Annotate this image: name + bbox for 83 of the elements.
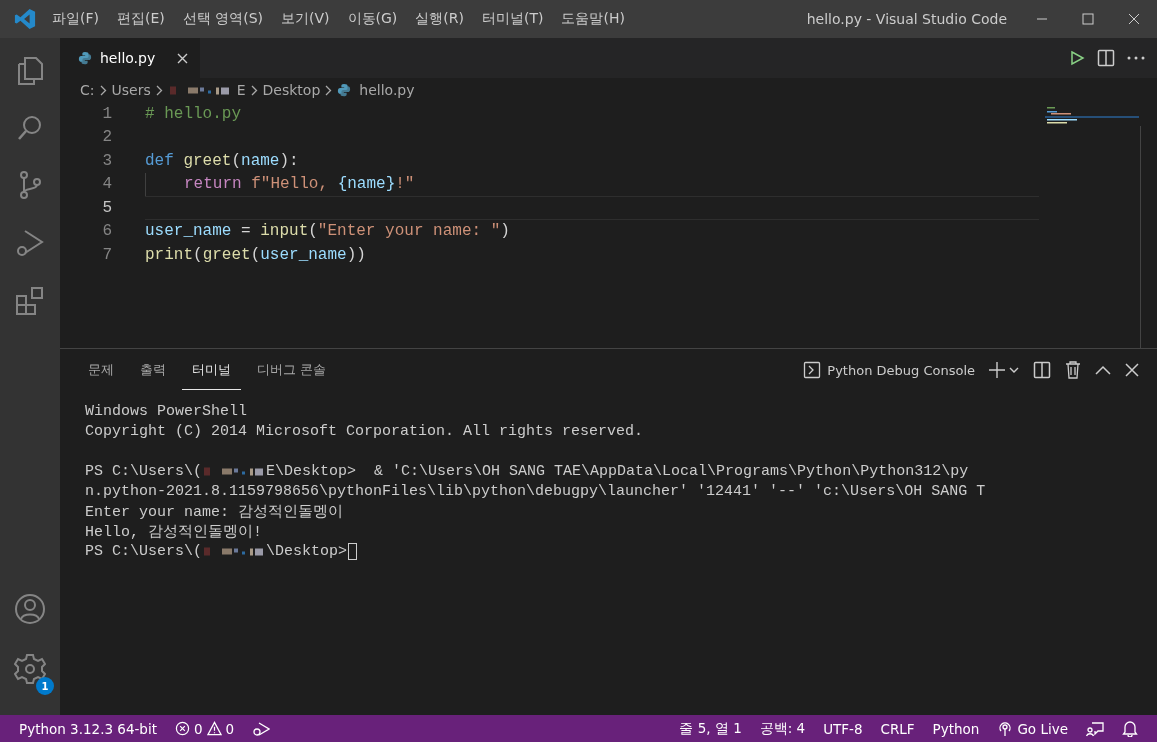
chevron-up-icon[interactable] xyxy=(1095,365,1111,375)
split-terminal-icon[interactable] xyxy=(1033,361,1051,379)
python-file-icon xyxy=(337,83,352,97)
code-line: user_name = input("Enter your name: ") xyxy=(145,222,510,241)
panel-tab[interactable]: 디버그 콘솔 xyxy=(247,350,337,390)
close-icon[interactable] xyxy=(1125,363,1139,377)
line-number: 6 xyxy=(101,222,112,241)
language-mode[interactable]: Python xyxy=(923,720,989,737)
line-number: 3 xyxy=(101,151,112,170)
menu-item[interactable]: 선택 영역(S) xyxy=(182,8,264,30)
bell-icon[interactable] xyxy=(1122,720,1138,737)
cursor-position[interactable]: 줄 5, 열 1 xyxy=(670,719,751,738)
panel-tab[interactable]: 터미널 xyxy=(182,350,241,390)
terminal-text: Copyright (C) 2014 Microsoft Corporation. All rights reserved. xyxy=(85,422,644,440)
breadcrumb-item[interactable]: E xyxy=(236,82,246,98)
menu-item[interactable]: 보기(V) xyxy=(281,8,330,30)
indentation[interactable]: 공백: 4 xyxy=(750,719,815,738)
go-live-link[interactable]: Go Live xyxy=(1017,720,1068,737)
terminal-cursor xyxy=(348,542,358,560)
line-number: 7 xyxy=(101,245,112,264)
redacted-mark xyxy=(204,545,265,557)
warning-icon[interactable] xyxy=(206,721,222,736)
more-icon[interactable] xyxy=(1127,55,1145,61)
chevron-icon xyxy=(99,84,107,96)
window-title: hello.py - Visual Studio Code xyxy=(805,11,1008,27)
line-number: 2 xyxy=(101,128,112,147)
chevron-icon xyxy=(155,84,163,96)
chevron-icon xyxy=(250,84,258,96)
terminal-icon xyxy=(803,361,822,379)
menu-item[interactable]: 터미널(T) xyxy=(482,8,544,30)
terminal-text: PS C:\Users\( xyxy=(85,462,203,480)
terminal-text: n.python-2021.8.1159798656\pythonFiles\lib\python\debugpy\launcher' '12441' '--' 'c:\Users\OH SANG T xyxy=(85,482,986,500)
terminal-text: Hello, 감성적인돌멩이! xyxy=(85,522,262,541)
redacted-mark xyxy=(169,84,230,96)
extensions-icon[interactable] xyxy=(15,286,45,316)
error-icon[interactable] xyxy=(175,721,190,736)
terminal-text: Enter your name: 감성적인돌멩이 xyxy=(85,502,344,521)
breadcrumb-item[interactable]: Desktop xyxy=(262,82,321,98)
close-tab-icon[interactable] xyxy=(177,52,189,64)
split-editor-icon[interactable] xyxy=(1097,49,1115,67)
trash-icon[interactable] xyxy=(1065,361,1081,379)
add-terminal-icon[interactable] xyxy=(989,361,1019,379)
error-count[interactable]: 0 xyxy=(194,720,203,737)
code-line: def greet(name): xyxy=(145,151,299,170)
account-icon[interactable] xyxy=(14,593,46,625)
terminal-text: \Desktop> xyxy=(266,542,348,560)
app-logo xyxy=(14,8,36,30)
menu-item[interactable]: 실행(R) xyxy=(415,8,464,30)
search-icon[interactable] xyxy=(16,114,44,142)
python-interpreter[interactable]: Python 3.12.3 64-bit xyxy=(10,720,166,737)
terminal-text: E\Desktop> & 'C:\Users\OH SANG TAE\AppData\Local\Programs\Python\Python312\py xyxy=(266,462,969,480)
notification-badge: 1 xyxy=(36,677,54,695)
code-line: return f"Hello, {name}!" xyxy=(184,175,415,194)
run-debug-icon[interactable] xyxy=(15,228,45,258)
menu-item[interactable]: 파일(F) xyxy=(52,8,99,30)
breadcrumb-item[interactable]: hello.py xyxy=(359,82,415,98)
debug-icon[interactable] xyxy=(252,720,271,737)
feedback-icon[interactable] xyxy=(1086,720,1104,737)
code-line: print(greet(user_name)) xyxy=(145,245,366,264)
menu-item[interactable]: 이동(G) xyxy=(347,8,398,30)
line-number: 4 xyxy=(101,175,112,194)
breadcrumb-item[interactable]: C: xyxy=(80,82,95,98)
editor-tab[interactable]: hello.py xyxy=(60,38,201,78)
panel-tab[interactable]: 문제 xyxy=(78,350,124,390)
python-file-icon xyxy=(78,51,92,65)
line-number: 1 xyxy=(101,104,112,123)
code-line: # hello.py xyxy=(145,104,241,123)
breadcrumb-item[interactable]: Users xyxy=(111,82,151,98)
terminal-select[interactable]: Python Debug Console xyxy=(803,361,975,379)
files-icon[interactable] xyxy=(16,56,44,86)
run-icon[interactable] xyxy=(1069,50,1085,66)
menu-item[interactable]: 편집(E) xyxy=(117,8,165,30)
line-number: 5 xyxy=(101,198,112,217)
chevron-icon xyxy=(325,84,333,96)
redacted-mark xyxy=(204,465,265,477)
broadcast-icon[interactable] xyxy=(997,720,1014,737)
warning-count[interactable]: 0 xyxy=(225,720,235,737)
menu-item[interactable]: 도움말(H) xyxy=(561,8,625,30)
encoding[interactable]: UTF-8 xyxy=(814,720,872,737)
panel-tab[interactable]: 출력 xyxy=(130,350,176,390)
line-ending[interactable]: CRLF xyxy=(871,720,924,737)
terminal-text: PS C:\Users\( xyxy=(85,542,203,560)
terminal-text: Windows PowerShell xyxy=(85,402,248,420)
